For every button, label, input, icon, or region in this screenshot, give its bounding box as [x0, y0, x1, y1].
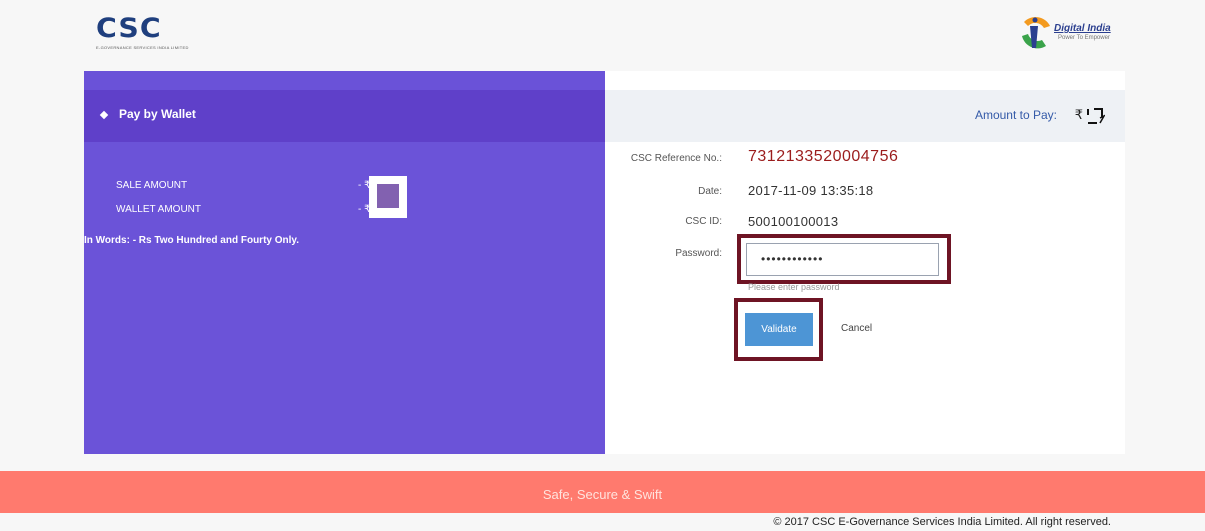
wallet-panel-header[interactable]: Pay by Wallet	[84, 90, 605, 142]
wallet-amount-label: WALLET AMOUNT	[116, 204, 202, 215]
amount-in-words: In Words: - Rs Two Hundred and Fourty On…	[84, 235, 299, 246]
footer-bar: Safe, Secure & Swift	[0, 471, 1205, 513]
copyright-text: © 2017 CSC E-Governance Services India L…	[773, 516, 1111, 528]
digital-india-logo: Digital India Power To Empower	[1016, 12, 1116, 52]
amount-to-pay-label: Amount to Pay:	[974, 108, 1057, 122]
footer-tagline: Safe, Secure & Swift	[542, 487, 663, 502]
digital-india-title: Digital India	[1054, 23, 1111, 34]
rupee-symbol: ₹	[1074, 107, 1083, 122]
csc-logo: CSC E-GOVERNANCE SERVICES INDIA LIMITED	[96, 14, 198, 52]
reference-number-value: 7312133520004756	[748, 148, 899, 165]
csc-id-value: 500100100013	[748, 214, 839, 229]
wallet-panel-top-strip	[84, 71, 605, 90]
wallet-panel-title: Pay by Wallet	[119, 107, 196, 121]
amount-to-pay-header: Amount to Pay: ₹	[605, 90, 1125, 142]
date-label: Date:	[698, 186, 722, 197]
csc-logo-tagline: E-GOVERNANCE SERVICES INDIA LIMITED	[96, 45, 189, 50]
amount-glyph-icon	[1087, 108, 1105, 124]
payment-page: CSC E-GOVERNANCE SERVICES INDIA LIMITED …	[0, 0, 1205, 531]
payment-details-panel: Amount to Pay: ₹ CSC Reference No.: 7312…	[605, 71, 1125, 454]
sale-amount-label: SALE AMOUNT	[116, 180, 188, 191]
digital-india-icon	[1022, 17, 1050, 49]
digital-india-subtitle: Power To Empower	[1058, 35, 1110, 41]
password-hint: Please enter password	[748, 282, 840, 292]
validate-button[interactable]: Validate	[745, 313, 813, 346]
wallet-panel: Pay by Wallet SALE AMOUNT - ₹ WALLET AMO…	[84, 71, 605, 454]
reference-number-label: CSC Reference No.:	[630, 153, 722, 164]
diamond-bullet-icon	[99, 110, 109, 120]
cancel-link[interactable]: Cancel	[841, 323, 872, 334]
amount-redaction-fill	[377, 184, 399, 208]
header: CSC E-GOVERNANCE SERVICES INDIA LIMITED …	[0, 0, 1205, 70]
amount-redaction-box	[369, 176, 407, 218]
csc-id-label: CSC ID:	[685, 216, 722, 227]
csc-logo-text: CSC	[96, 13, 162, 44]
password-label: Password:	[675, 248, 722, 259]
password-input[interactable]: ••••••••••••	[746, 243, 939, 276]
date-value: 2017-11-09 13:35:18	[748, 183, 874, 198]
